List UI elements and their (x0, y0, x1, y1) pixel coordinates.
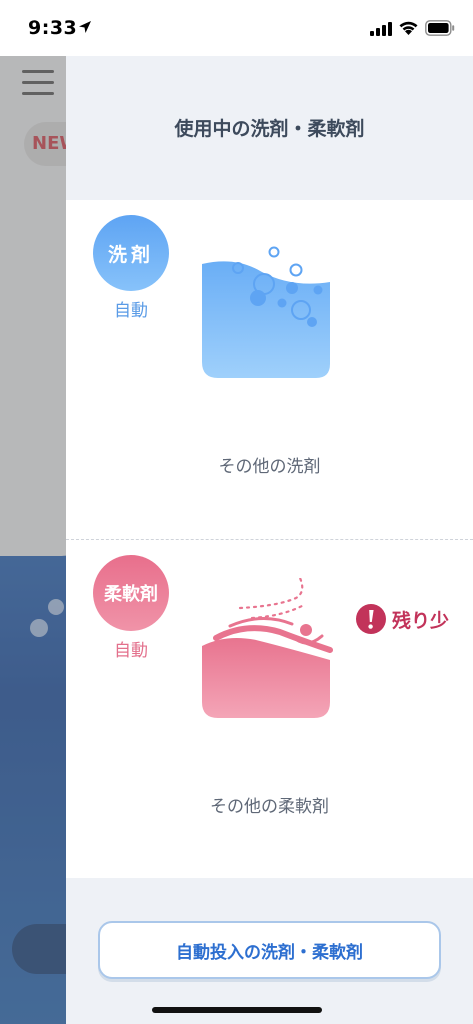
softener-product-name[interactable]: その他の柔軟剤 (66, 792, 473, 817)
wifi-icon (399, 21, 418, 35)
home-indicator[interactable] (152, 1007, 322, 1013)
detergent-softener-card: 洗剤 自動 その他の洗剤 柔軟剤 自動 残り少 その他の柔軟剤 (66, 200, 473, 878)
auto-dispense-settings-button[interactable]: 自動投入の洗剤・柔軟剤 (98, 921, 441, 979)
location-arrow-icon (79, 21, 91, 33)
detergent-badge: 洗剤 (93, 215, 169, 291)
low-stock-warning: 残り少 (356, 604, 449, 634)
softener-badge: 柔軟剤 (93, 555, 169, 631)
detergent-basin-icon[interactable] (196, 240, 336, 380)
section-divider (66, 539, 473, 540)
drawer-title: 使用中の洗剤・柔軟剤 (174, 118, 365, 140)
status-bar: 9:33 (0, 0, 473, 56)
status-time: 9:33 (28, 17, 78, 39)
detergent-product-name[interactable]: その他の洗剤 (66, 452, 473, 477)
detergent-drawer: 使用中の洗剤・柔軟剤 洗剤 自動 その他の洗剤 柔軟剤 自動 残り少 その他の柔… (66, 56, 473, 1024)
low-stock-text: 残り少 (392, 609, 450, 632)
detergent-mode: 自動 (114, 301, 148, 321)
exclamation-icon (356, 604, 386, 634)
softener-basin-icon[interactable] (196, 578, 336, 724)
softener-mode: 自動 (114, 641, 148, 661)
battery-icon (425, 20, 455, 36)
signal-icon (370, 22, 392, 36)
